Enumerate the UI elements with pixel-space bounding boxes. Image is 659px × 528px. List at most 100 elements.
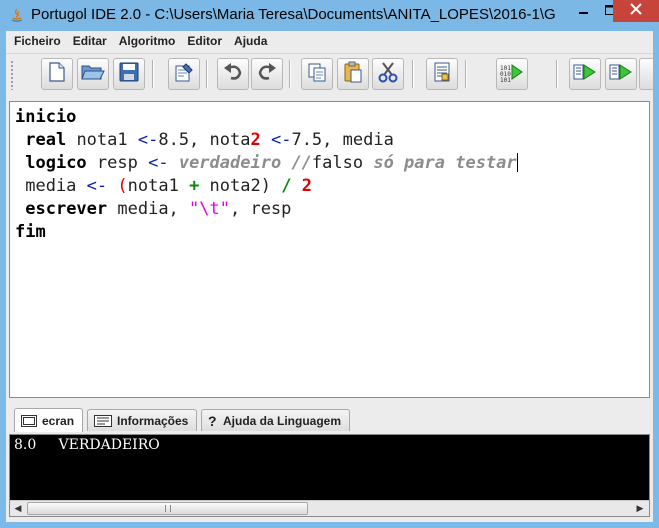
code-token: media xyxy=(15,176,87,196)
menu-ajuda[interactable]: Ajuda xyxy=(234,34,267,48)
code-line: escrever media, "\t", resp xyxy=(15,198,644,221)
scroll-right-icon: ▶ xyxy=(636,503,644,513)
horizontal-scrollbar[interactable]: ◀ ▶ xyxy=(10,500,649,516)
new-file-icon xyxy=(48,61,66,87)
code-token: nota1 xyxy=(66,130,138,150)
undo-button[interactable] xyxy=(217,58,249,90)
text-cursor xyxy=(516,153,518,172)
run-binary-button[interactable]: 101 010 101 xyxy=(496,58,528,90)
code-token: <- xyxy=(137,130,159,150)
paste-button[interactable] xyxy=(337,58,369,90)
toolbar-overflow-button[interactable] xyxy=(639,58,653,90)
code-token: logico xyxy=(25,153,87,173)
step-run-button[interactable] xyxy=(569,58,601,90)
console-icon xyxy=(21,414,37,427)
tab-ecran-label: ecran xyxy=(42,413,75,428)
toolbar-separator xyxy=(289,60,291,88)
new-file-button[interactable] xyxy=(41,58,73,90)
code-token: fim xyxy=(15,222,46,242)
save-button[interactable] xyxy=(113,58,145,90)
copy-icon xyxy=(307,62,327,87)
java-app-icon xyxy=(9,7,25,23)
minimize-button[interactable] xyxy=(570,0,597,22)
menu-editor[interactable]: Editor xyxy=(187,34,222,48)
open-file-button[interactable] xyxy=(77,58,109,90)
toolbar-separator xyxy=(412,60,414,88)
menu-ficheiro[interactable]: Ficheiro xyxy=(14,34,61,48)
code-token: nota2) xyxy=(199,176,282,196)
redo-button[interactable] xyxy=(251,58,283,90)
code-token: 7.5, media xyxy=(291,130,394,150)
toolbar-grip[interactable] xyxy=(10,60,14,90)
code-token: <- xyxy=(270,130,292,150)
step-run-icon xyxy=(573,62,597,87)
menu-editar[interactable]: Editar xyxy=(73,34,107,48)
save-icon xyxy=(119,62,139,87)
menu-bar: Ficheiro Editar Algoritmo Editor Ajuda xyxy=(6,31,653,51)
menu-algoritmo[interactable]: Algoritmo xyxy=(119,34,176,48)
toolbar-separator xyxy=(556,60,558,88)
open-folder-icon xyxy=(81,62,105,87)
code-token: nota1 xyxy=(127,176,190,196)
code-token: <- xyxy=(148,153,169,173)
code-token: falso xyxy=(311,153,364,173)
step-over-button[interactable] xyxy=(605,58,637,90)
code-line: real nota1 <-8.5, nota2 <-7.5, media xyxy=(15,129,644,152)
code-token: real xyxy=(25,130,67,150)
toolbar: 101 010 101 xyxy=(6,53,653,95)
run-binary-icon: 101 010 101 xyxy=(500,62,524,87)
scroll-right-button[interactable]: ▶ xyxy=(632,501,648,516)
code-token: inicio xyxy=(15,107,77,127)
code-line: inicio xyxy=(15,106,644,129)
close-icon xyxy=(630,2,642,20)
close-button[interactable] xyxy=(613,0,659,22)
properties-button[interactable] xyxy=(426,58,458,90)
code-token: <- xyxy=(86,176,108,196)
cut-icon xyxy=(378,61,398,88)
toolbar-separator xyxy=(206,60,208,88)
copy-button[interactable] xyxy=(301,58,333,90)
code-line: fim xyxy=(15,221,644,244)
undo-icon xyxy=(222,62,244,87)
console-text: 8.0 VERDADEIRO xyxy=(14,437,160,453)
console-output[interactable]: 8.0 VERDADEIRO ◀ ▶ xyxy=(9,434,650,517)
main-window: Ficheiro Editar Algoritmo Editor Ajuda 1… xyxy=(6,31,653,522)
scroll-left-icon: ◀ xyxy=(14,503,22,513)
code-token: ( xyxy=(117,176,128,196)
code-editor[interactable]: inicio real nota1 <-8.5, nota2 <-7.5, me… xyxy=(9,101,650,398)
code-token: 2 xyxy=(250,130,261,150)
toolbar-separator xyxy=(465,60,467,88)
redo-icon xyxy=(256,62,278,87)
code-token: "\t" xyxy=(189,199,230,219)
tab-ajuda-linguagem[interactable]: ? Ajuda da Linguagem xyxy=(201,409,351,431)
cut-button[interactable] xyxy=(372,58,404,90)
scroll-left-button[interactable]: ◀ xyxy=(10,501,26,516)
code-token: verdadeiro xyxy=(178,153,282,173)
minimize-icon xyxy=(578,2,589,20)
tab-informacoes-label: Informações xyxy=(117,413,189,428)
tab-informacoes[interactable]: Informações xyxy=(87,409,198,431)
code-token: só para testar xyxy=(363,153,517,173)
output-tabs: ecran Informações ? Ajuda da Linguagem xyxy=(9,407,650,433)
tab-ecran[interactable]: ecran xyxy=(14,408,84,432)
svg-text:101: 101 xyxy=(500,77,511,82)
title-bar: Portugol IDE 2.0 - C:\Users\Maria Teresa… xyxy=(0,0,659,32)
window-title: Portugol IDE 2.0 - C:\Users\Maria Teresa… xyxy=(31,6,556,23)
code-token: , resp xyxy=(229,199,292,219)
edit-document-button[interactable] xyxy=(168,58,200,90)
thumb-grip-icon xyxy=(164,505,171,512)
code-token: // xyxy=(291,153,312,173)
code-token: 8.5, nota xyxy=(158,130,251,150)
scrollbar-thumb[interactable] xyxy=(27,502,308,515)
paste-icon xyxy=(343,61,363,88)
code-token: / xyxy=(281,176,292,196)
code-token: 2 xyxy=(301,176,312,196)
code-line: logico resp <- verdadeiro //falso só par… xyxy=(15,152,644,175)
